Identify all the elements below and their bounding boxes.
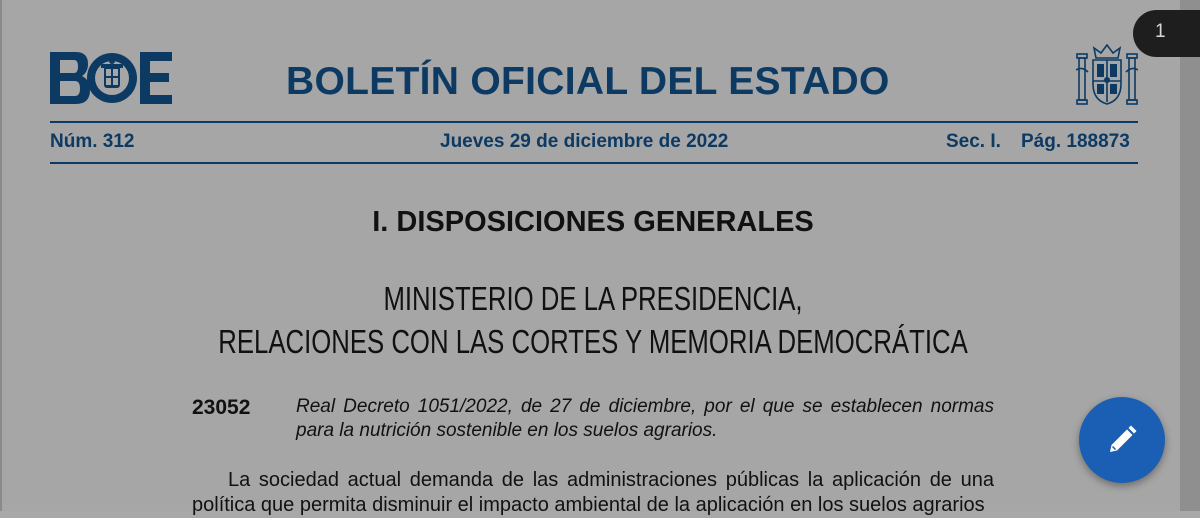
header-rule-bottom — [50, 162, 1138, 164]
decree-number: 23052 — [192, 396, 251, 419]
gazette-title: BOLETÍN OFICIAL DEL ESTADO — [286, 60, 890, 103]
viewer-scrollbar-track[interactable] — [1180, 0, 1200, 511]
masthead: BOLETÍN OFICIAL DEL ESTADO — [50, 44, 1138, 108]
boe-logo — [50, 52, 172, 104]
edit-button[interactable] — [1079, 397, 1165, 483]
issue-number: Núm. 312 — [50, 131, 135, 152]
pencil-icon — [1110, 425, 1137, 452]
section-heading: I. DISPOSICIONES GENERALES — [372, 206, 814, 238]
document-page: BOLETÍN OFICIAL DEL ESTADO Núm. 312 Juev… — [0, 0, 1180, 516]
issue-date: Jueves 29 de diciembre de 2022 — [440, 131, 729, 152]
page-number: Pág. 188873 — [1021, 131, 1130, 152]
spanish-coat-of-arms-icon — [1076, 44, 1138, 105]
page-indicator-number: 1 — [1155, 21, 1166, 42]
section-label: Sec. I. — [946, 131, 1001, 152]
ministry-line-1: MINISTERIO DE LA PRESIDENCIA, — [383, 280, 803, 317]
ministry-line-2: RELACIONES CON LAS CORTES Y MEMORIA DEMO… — [218, 323, 968, 360]
page-indicator: 1 — [1133, 10, 1200, 57]
decree-title: Real Decreto 1051/2022, de 27 de diciemb… — [296, 396, 994, 441]
header-rule-top — [50, 121, 1138, 123]
